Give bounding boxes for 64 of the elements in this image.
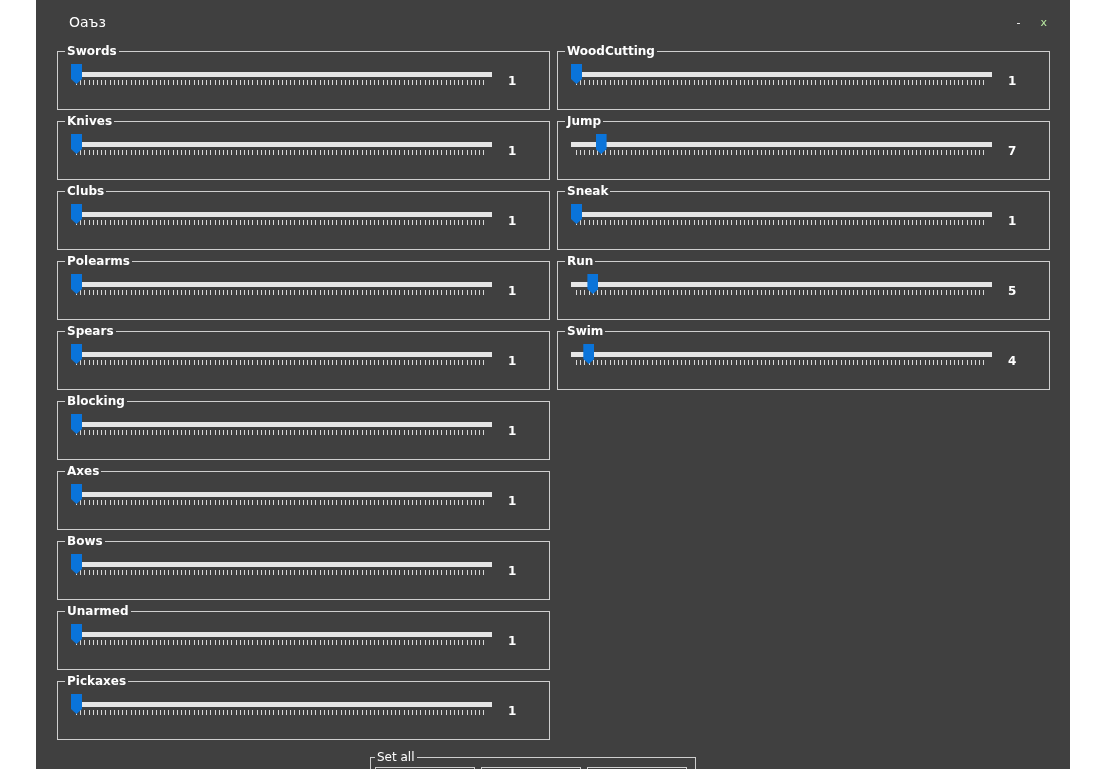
slider-thumb[interactable] — [71, 344, 82, 364]
slider-thumb[interactable] — [71, 484, 82, 504]
slider-value: 1 — [508, 564, 517, 578]
group-label: Polearms — [66, 254, 131, 268]
close-button[interactable]: x — [1037, 15, 1050, 29]
window-title: Оаъз — [69, 14, 106, 30]
slider[interactable] — [71, 624, 492, 644]
slider-value: 1 — [1008, 214, 1017, 228]
slider-value: 1 — [508, 424, 517, 438]
slider[interactable] — [71, 414, 492, 434]
slider[interactable] — [571, 64, 992, 84]
slider[interactable] — [71, 344, 492, 364]
minimize-button[interactable]: - — [1013, 15, 1024, 29]
slider-thumb[interactable] — [71, 204, 82, 224]
group-label: Unarmed — [66, 604, 130, 618]
slider[interactable] — [71, 134, 492, 154]
slider[interactable] — [571, 204, 992, 224]
slider[interactable] — [71, 694, 492, 714]
slider[interactable] — [71, 64, 492, 84]
slider-thumb[interactable] — [71, 274, 82, 294]
group-label: Swords — [66, 44, 118, 58]
slider-value: 7 — [1008, 144, 1017, 158]
group-label: Bows — [66, 534, 104, 548]
slider-thumb[interactable] — [595, 134, 607, 154]
group-label: Axes — [66, 464, 101, 478]
group-label: WoodCutting — [566, 44, 656, 58]
slider-value: 1 — [508, 494, 517, 508]
slider-thumb[interactable] — [583, 344, 595, 364]
group-label: Swim — [566, 324, 605, 338]
group-label: Knives — [66, 114, 114, 128]
slider-thumb[interactable] — [571, 64, 582, 84]
group-label: Pickaxes — [66, 674, 128, 688]
slider-thumb[interactable] — [71, 694, 82, 714]
group-label: Run — [566, 254, 595, 268]
slider-value: 1 — [508, 144, 517, 158]
group-label: Spears — [66, 324, 115, 338]
slider-value: 1 — [508, 354, 517, 368]
slider-thumb[interactable] — [571, 204, 582, 224]
slider-thumb[interactable] — [71, 624, 82, 644]
slider-value: 4 — [1008, 354, 1017, 368]
slider[interactable] — [571, 344, 992, 364]
group-label: Clubs — [66, 184, 106, 198]
slider-thumb[interactable] — [71, 554, 82, 574]
slider[interactable] — [71, 484, 492, 504]
slider-thumb[interactable] — [71, 64, 82, 84]
slider-value: 1 — [1008, 74, 1017, 88]
slider-value: 1 — [508, 284, 517, 298]
slider-value: 1 — [508, 634, 517, 648]
slider-value: 1 — [508, 74, 517, 88]
slider[interactable] — [571, 274, 992, 294]
group-label: Jump — [565, 114, 603, 128]
slider[interactable] — [71, 274, 492, 294]
slider-thumb[interactable] — [71, 414, 82, 434]
slider-thumb[interactable] — [587, 274, 599, 294]
group-label: Set all — [376, 750, 416, 764]
slider-value: 5 — [1008, 284, 1017, 298]
group-label: Sneak — [566, 184, 610, 198]
slider-thumb[interactable] — [71, 134, 82, 154]
slider[interactable] — [71, 554, 492, 574]
slider[interactable] — [71, 204, 492, 224]
slider-value: 1 — [508, 214, 517, 228]
slider[interactable] — [571, 134, 992, 154]
group-label: Blocking — [66, 394, 126, 408]
slider-value: 1 — [508, 704, 517, 718]
